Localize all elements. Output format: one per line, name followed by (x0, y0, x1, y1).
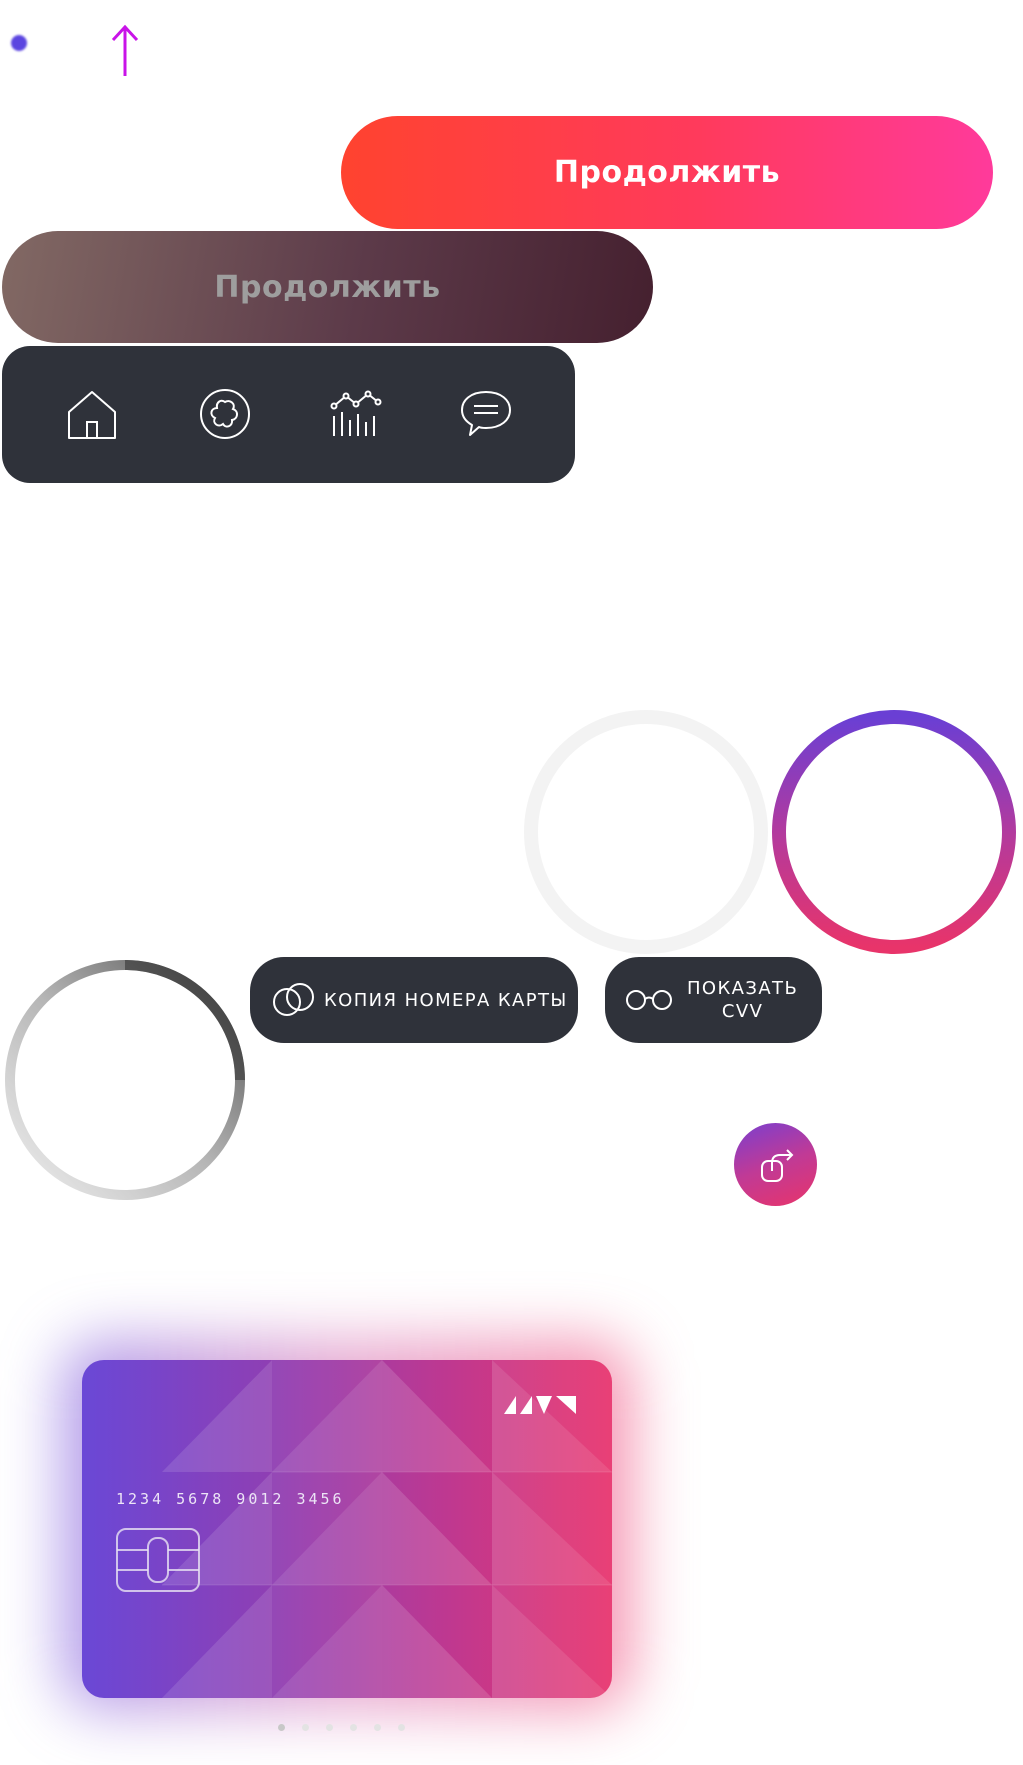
show-cvv-button[interactable]: ПОКАЗАТЬ CVV (605, 957, 822, 1043)
page-indicator (278, 1724, 418, 1734)
show-cvv-label-line1: ПОКАЗАТЬ (687, 978, 799, 999)
loading-spinner (2, 957, 248, 1203)
copy-card-number-label: КОПИЯ НОМЕРА КАРТЫ (324, 989, 568, 1011)
card-number: 1234 5678 9012 3456 (116, 1490, 345, 1508)
share-button[interactable] (734, 1123, 817, 1206)
chip-icon (116, 1528, 200, 1592)
copy-circles-icon (273, 983, 314, 1016)
page-dot-4[interactable] (350, 1724, 357, 1731)
tab-bar (2, 346, 575, 483)
tab-analytics[interactable] (324, 382, 388, 446)
show-cvv-label: ПОКАЗАТЬ CVV (687, 977, 798, 1023)
continue-button-disabled: Продолжить (2, 231, 653, 343)
page-dot-6[interactable] (398, 1724, 405, 1731)
chat-icon (461, 391, 511, 436)
tab-home[interactable] (60, 382, 124, 446)
status-dot (11, 35, 27, 51)
page-dot-3[interactable] (326, 1724, 333, 1731)
home-icon (68, 391, 116, 439)
ring-gradient (771, 709, 1017, 955)
tab-favorites[interactable] (193, 382, 257, 446)
flower-icon (200, 389, 250, 439)
continue-button[interactable]: Продолжить (341, 116, 993, 229)
bank-card[interactable]: 1234 5678 9012 3456 (82, 1360, 612, 1698)
page-dot-1[interactable] (278, 1724, 285, 1731)
copy-card-number-button[interactable]: КОПИЯ НОМЕРА КАРТЫ (250, 957, 578, 1043)
tab-chat[interactable] (454, 382, 518, 446)
bank-logo-icon (504, 1396, 576, 1414)
glasses-icon (626, 990, 672, 1010)
show-cvv-label-line2: CVV (721, 1001, 764, 1022)
share-icon (760, 1148, 793, 1182)
arrow-up-icon[interactable] (106, 24, 144, 80)
analytics-icon (330, 390, 382, 436)
page-dot-2[interactable] (302, 1724, 309, 1731)
ring-light (523, 709, 769, 955)
page-dot-5[interactable] (374, 1724, 381, 1731)
